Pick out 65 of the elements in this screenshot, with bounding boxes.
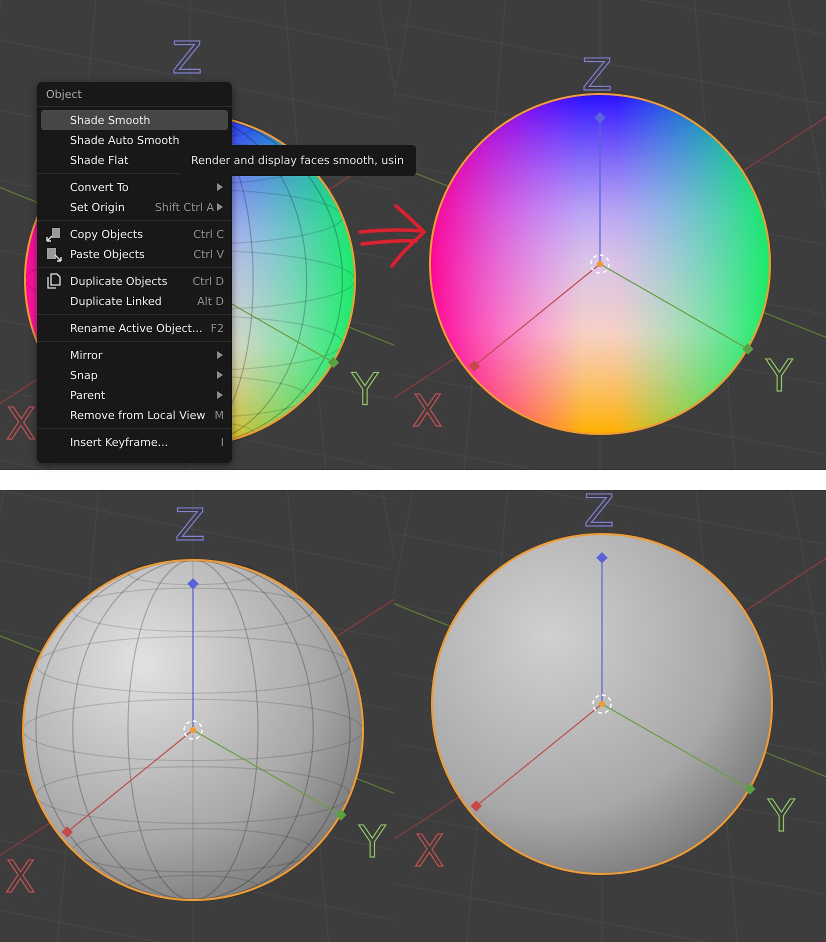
shortcut-label: Ctrl C xyxy=(193,228,224,240)
tooltip: Render and display faces smooth, usin xyxy=(179,145,416,176)
shortcut-label: F2 xyxy=(210,322,224,334)
axis-label: X xyxy=(414,826,444,877)
duplicate-icon xyxy=(46,273,62,289)
axis-handle-icon[interactable] xyxy=(596,552,608,564)
menu-item[interactable]: Duplicate Linked Alt D xyxy=(41,291,228,311)
menu-item-label: Remove from Local View xyxy=(70,408,206,422)
axis-handle-icon[interactable] xyxy=(744,783,756,795)
axis-label: X xyxy=(6,399,36,450)
menu-item-label: Rename Active Object... xyxy=(70,322,202,334)
axis-handle-icon[interactable] xyxy=(328,356,340,368)
axis-handle-icon[interactable] xyxy=(594,112,606,124)
origin-crosshair-icon xyxy=(592,694,612,714)
menu-item-label: Paste Objects xyxy=(70,248,145,260)
menu-item[interactable]: Snap xyxy=(41,365,228,385)
shortcut-label: M xyxy=(214,408,224,422)
axis-label: Z xyxy=(582,50,612,101)
menu-item[interactable]: Rename Active Object... F2 xyxy=(41,318,228,338)
menu-item[interactable]: Copy Objects Ctrl C xyxy=(41,224,228,244)
menu-item-label: Convert To xyxy=(70,180,129,194)
origin-crosshair-icon xyxy=(590,254,610,274)
shortcut-label: Alt D xyxy=(197,294,224,308)
shortcut-label: Ctrl D xyxy=(192,274,224,288)
menu-item-label: Set Origin xyxy=(70,200,125,214)
axis-label: Z xyxy=(584,490,614,537)
menu-item[interactable]: Convert To xyxy=(41,177,228,197)
copy-icon xyxy=(46,226,62,242)
menu-item[interactable]: Parent xyxy=(41,385,228,405)
menu-item[interactable]: Set Origin Shift Ctrl A xyxy=(41,197,228,217)
axis-handle-icon[interactable] xyxy=(335,809,347,821)
menu-item[interactable]: Mirror xyxy=(41,345,228,365)
axis-label: Z xyxy=(172,33,202,84)
menu-item[interactable]: Shade Smooth xyxy=(41,110,228,130)
axis-handle-icon[interactable] xyxy=(742,343,754,355)
menu-item-label: Parent xyxy=(70,388,106,402)
axis-label: Z xyxy=(175,500,206,551)
menu-item[interactable]: Remove from Local View M xyxy=(41,405,228,425)
menu-item-label: Snap xyxy=(70,368,98,382)
axis-handle-icon[interactable] xyxy=(468,360,480,372)
menu-item-label: Shade Smooth xyxy=(70,114,150,126)
menu-title: Object xyxy=(37,82,232,107)
origin-crosshair-icon xyxy=(183,720,203,740)
axis-label: X xyxy=(5,852,36,903)
axis-label: X xyxy=(412,386,442,437)
axis-label: Y xyxy=(358,817,386,868)
menu-item[interactable]: Paste Objects Ctrl V xyxy=(41,244,228,264)
paste-icon xyxy=(46,246,62,262)
axis-handle-icon[interactable] xyxy=(470,800,482,812)
shortcut-label: I xyxy=(220,436,224,448)
menu-item-label: Duplicate Linked xyxy=(70,294,162,308)
axis-label: Y xyxy=(766,351,793,402)
menu-item-label: Copy Objects xyxy=(70,228,143,240)
axis-label: Y xyxy=(352,364,378,416)
axis-label: Y xyxy=(768,791,795,842)
menu-item-label: Insert Keyframe... xyxy=(70,436,168,448)
shortcut-label: Shift Ctrl A xyxy=(154,200,214,214)
shortcut-label: Ctrl V xyxy=(193,248,224,260)
axis-handle-icon[interactable] xyxy=(62,826,73,838)
menu-item-label: Mirror xyxy=(70,348,102,362)
menu-item-label: Shade Auto Smooth xyxy=(70,134,180,146)
axis-handle-icon[interactable] xyxy=(187,578,199,590)
menu-item[interactable]: Insert Keyframe... I xyxy=(41,432,228,452)
menu-item[interactable]: Duplicate Objects Ctrl D xyxy=(41,271,228,291)
menu-item-label: Duplicate Objects xyxy=(70,274,168,288)
